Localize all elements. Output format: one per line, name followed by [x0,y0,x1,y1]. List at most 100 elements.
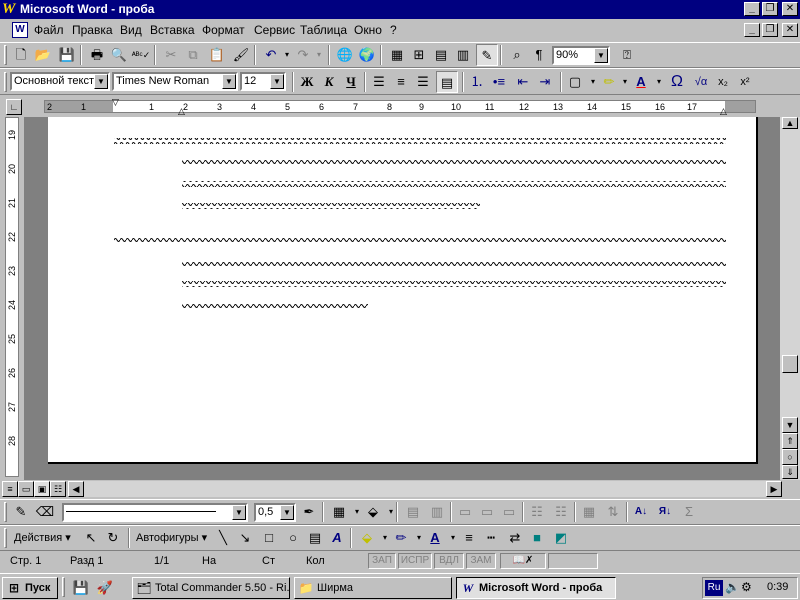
distribute-rows-icon[interactable]: ☷ [526,501,548,523]
language-indicator[interactable]: Ru [705,580,723,596]
toolbar-grip[interactable] [4,45,7,65]
line-style-combo[interactable]: ▼ [62,503,248,522]
scroll-right-icon[interactable]: ▶ [766,481,782,497]
actions-menu-button[interactable]: Действия ▾ [14,531,71,544]
dash-style-icon[interactable]: ┅ [480,527,502,549]
vertical-ruler-strip[interactable]: 19 20 21 22 23 24 25 26 27 28 [5,117,19,477]
task-shirma[interactable]: 📁 Ширма [294,577,452,599]
spelling-status-icon[interactable]: 📖✗ [500,553,546,569]
align-center-icon[interactable]: ≡ [390,71,412,93]
free-rotate-icon[interactable]: ↻ [102,527,124,549]
paste-icon[interactable]: 📋 [206,44,228,66]
chevron-down-icon[interactable]: ▼ [280,505,294,520]
save-icon[interactable]: 💾 [56,44,78,66]
help-icon[interactable]: ⍰ [616,44,638,66]
align-top-icon[interactable]: ▭ [454,501,476,523]
arrow-style-icon[interactable]: ⇄ [504,527,526,549]
line-weight-combo[interactable]: 0,5 ▼ [254,503,296,522]
table-autoformat-icon[interactable]: ▦ [578,501,600,523]
horizontal-scroll-track[interactable] [68,481,766,497]
chevron-down-icon[interactable]: ▼ [594,48,608,63]
web-toolbar-icon[interactable]: 🌍 [356,44,378,66]
right-indent-marker[interactable]: △ [720,106,727,117]
menu-tools[interactable]: Сервис [254,23,295,37]
style-combo[interactable]: Основной текст ▼ [10,72,110,91]
doc-minimize-button[interactable]: _ [744,23,760,37]
merge-cells-icon[interactable]: ▤ [402,501,424,523]
menu-help[interactable]: ? [390,23,397,37]
font-size-combo[interactable]: 12 ▼ [240,72,286,91]
numbering-icon[interactable]: ⒈ [466,71,488,93]
scroll-down-icon[interactable]: ▼ [782,417,798,433]
wordart-icon[interactable]: A [326,527,348,549]
arrow-tool-icon[interactable]: ↘ [234,527,256,549]
underline-button[interactable]: Ч [340,71,362,93]
previous-page-icon[interactable]: ⇑ [782,433,798,449]
document-page[interactable] [48,117,758,464]
equation-button[interactable]: √α [690,71,712,93]
open-folder-icon[interactable]: 📂 [32,44,54,66]
font-combo[interactable]: Times New Roman ▼ [112,72,238,91]
superscript-button[interactable]: x² [734,71,756,93]
scroll-thumb[interactable] [782,355,798,373]
draw-table-icon[interactable]: ✎ [10,501,32,523]
print-icon[interactable]: 🖶 [86,44,108,66]
drawing-icon[interactable]: ✎ [476,44,498,66]
align-middle-icon[interactable]: ▭ [476,501,498,523]
align-bottom-icon[interactable]: ▭ [498,501,520,523]
sort-descending-icon[interactable]: Я↓ [654,501,676,523]
insert-hyperlink-icon[interactable]: 🌐 [334,44,356,66]
tab-selector[interactable]: ∟ [6,99,22,115]
ruler-strip[interactable]: 2 1 1 2 3 4 5 6 7 8 9 10 11 12 13 14 15 … [44,100,756,113]
clock[interactable]: 0:39 [767,581,788,593]
rectangle-tool-icon[interactable]: □ [258,527,280,549]
menu-window[interactable]: Окно [354,23,382,37]
align-left-icon[interactable]: ☰ [368,71,390,93]
symbol-button[interactable]: Ω [666,71,688,93]
select-browse-object-icon[interactable]: ○ [782,449,798,465]
chevron-down-icon[interactable]: ▼ [94,74,108,89]
border-color-icon[interactable]: ✒ [298,501,320,523]
status-record[interactable]: ЗАП [368,553,396,569]
status-overtype[interactable]: ЗАМ [466,553,496,569]
bullets-icon[interactable]: •≡ [488,71,510,93]
doc-close-button[interactable]: ✕ [782,23,798,37]
menu-view[interactable]: Вид [120,23,142,37]
chevron-down-icon[interactable]: ▼ [232,505,246,520]
outline-view-icon[interactable]: ☷ [50,481,66,497]
chevron-down-icon[interactable]: ▼ [222,74,236,89]
select-objects-icon[interactable]: ↖ [80,527,102,549]
menu-insert[interactable]: Вставка [150,23,195,37]
minimize-button[interactable]: _ [744,2,760,16]
quicklaunch-app-icon[interactable]: 🚀 [94,577,116,599]
toolbar-grip[interactable] [4,72,7,92]
document-map-icon[interactable]: ⌕ [506,44,528,66]
close-button[interactable]: ✕ [782,2,798,16]
bold-button[interactable]: Ж [296,71,318,93]
increase-indent-icon[interactable]: ⇥ [534,71,556,93]
split-cells-icon[interactable]: ▥ [426,501,448,523]
web-layout-icon[interactable]: ▭ [18,481,34,497]
task-total-commander[interactable]: 🗂 Total Commander 5.50 - Ri... [132,577,290,599]
shading-dropdown-icon[interactable]: ▾ [380,501,402,523]
justify-icon[interactable]: ▤ [436,71,458,93]
distribute-columns-icon[interactable]: ☷ [550,501,572,523]
title-bar[interactable]: W Microsoft Word - проба _ ❐ ✕ [0,0,800,19]
eraser-icon[interactable]: ⌫ [34,501,56,523]
status-extend[interactable]: ВДЛ [434,553,464,569]
tables-borders-icon[interactable]: ▦ [386,44,408,66]
subscript-button[interactable]: x₂ [712,71,734,93]
cut-icon[interactable]: ✂ [160,44,182,66]
copy-icon[interactable]: ⧉ [182,44,204,66]
insert-excel-icon[interactable]: ▤ [430,44,452,66]
decrease-indent-icon[interactable]: ⇤ [512,71,534,93]
vertical-scrollbar[interactable]: ▲ ▼ ⇑ ○ ⇓ [780,117,800,480]
insert-table-icon[interactable]: ⊞ [408,44,430,66]
autoshapes-menu-button[interactable]: Автофигуры ▾ [136,531,207,544]
toolbar-grip[interactable] [4,528,7,548]
align-right-icon[interactable]: ☰ [412,71,434,93]
text-box-icon[interactable]: ▤ [304,527,326,549]
text-direction-icon[interactable]: ⇅ [602,501,624,523]
network-icon[interactable]: ⚙ [741,580,752,594]
shadow-icon[interactable]: ■ [526,527,548,549]
